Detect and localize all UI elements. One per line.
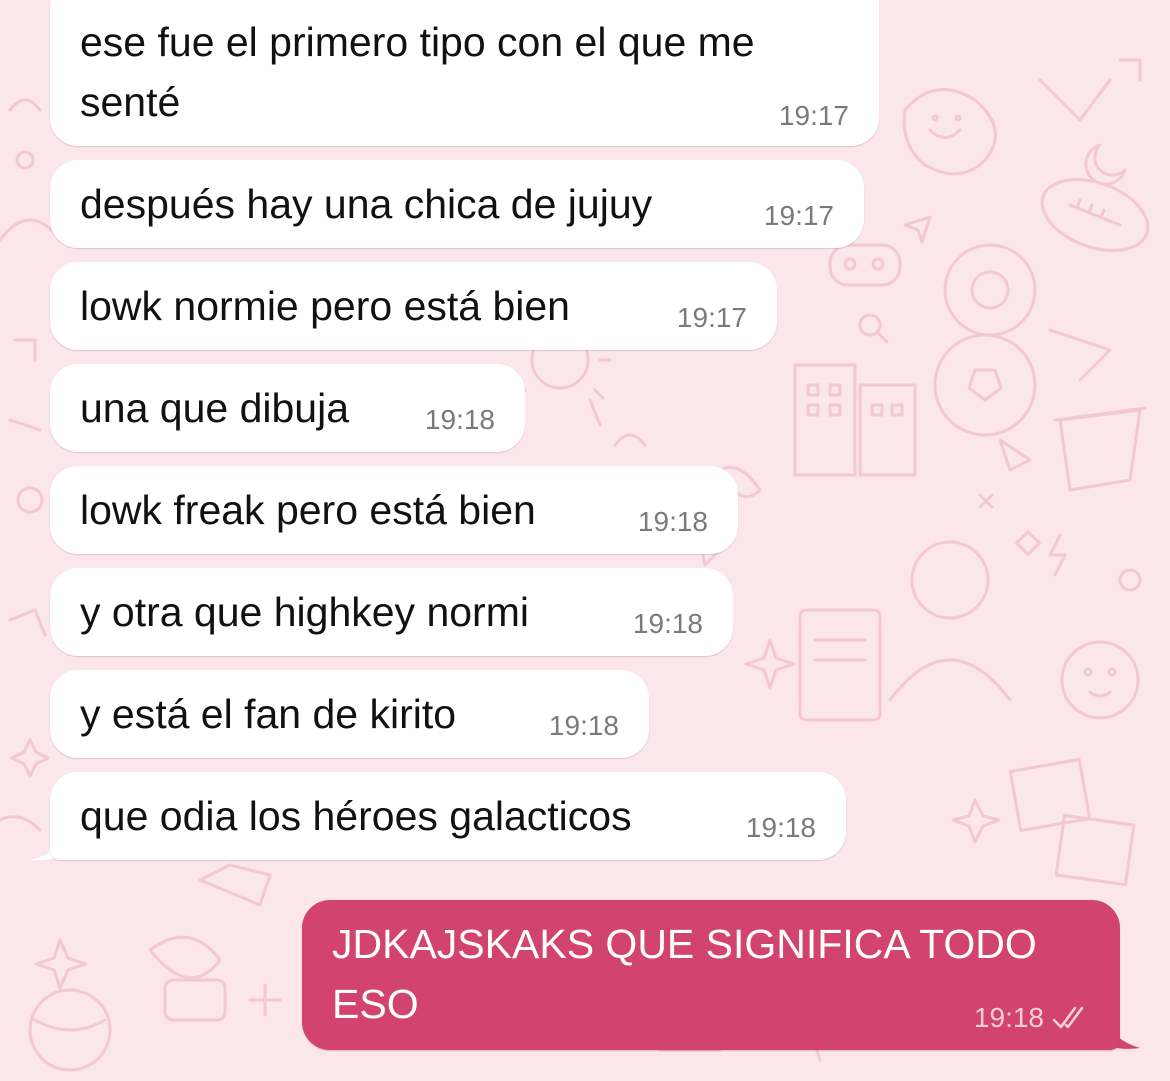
message-timestamp: 19:17 xyxy=(778,100,849,131)
double-check-icon xyxy=(1052,1006,1084,1029)
message-timestamp: 19:18 xyxy=(424,404,495,435)
incoming-message[interactable]: y otra que highkey normi 19:18 xyxy=(50,568,733,656)
message-text-line: que odia los héroes galacticos xyxy=(80,793,632,839)
message-text-line: JDKAJSKAKS QUE SIGNIFICA TODO xyxy=(332,921,1037,967)
message-timestamp: 19:18 xyxy=(745,812,816,843)
message-text-line: lowk freak pero está bien xyxy=(80,487,536,533)
message-timestamp: 19:18 xyxy=(632,608,703,639)
message-text-line: lowk normie pero está bien xyxy=(80,283,570,329)
message-timestamp: 19:18 xyxy=(637,506,708,537)
message-text-line: una que dibuja xyxy=(80,385,350,431)
chat-area: ese fue el primero tipo con el que me se… xyxy=(0,0,1170,1081)
incoming-message[interactable]: lowk freak pero está bien 19:18 xyxy=(50,466,738,554)
incoming-message[interactable]: después hay una chica de jujuy 19:17 xyxy=(50,160,864,248)
message-timestamp: 19:17 xyxy=(676,302,747,333)
incoming-message[interactable]: y está el fan de kirito 19:18 xyxy=(50,670,649,758)
message-text-line: ese fue el primero tipo con el que me xyxy=(80,19,755,65)
message-timestamp: 19:18 xyxy=(548,710,619,741)
message-text-line: y está el fan de kirito xyxy=(80,691,457,737)
incoming-message[interactable]: una que dibuja 19:18 xyxy=(50,364,525,452)
incoming-message[interactable]: que odia los héroes galacticos 19:18 xyxy=(50,772,846,860)
message-text-line: ESO xyxy=(332,981,419,1027)
message-text-line: después hay una chica de jujuy xyxy=(80,181,653,227)
incoming-message[interactable]: lowk normie pero está bien 19:17 xyxy=(50,262,777,350)
message-timestamp: 19:17 xyxy=(763,200,834,231)
message-timestamp: 19:18 xyxy=(973,1002,1044,1033)
message-text-line: y otra que highkey normi xyxy=(80,589,529,635)
outgoing-message[interactable]: JDKAJSKAKS QUE SIGNIFICA TODO ESO 19:18 xyxy=(302,900,1120,1050)
message-text-line: senté xyxy=(80,79,181,125)
incoming-message[interactable]: ese fue el primero tipo con el que me se… xyxy=(50,0,879,146)
